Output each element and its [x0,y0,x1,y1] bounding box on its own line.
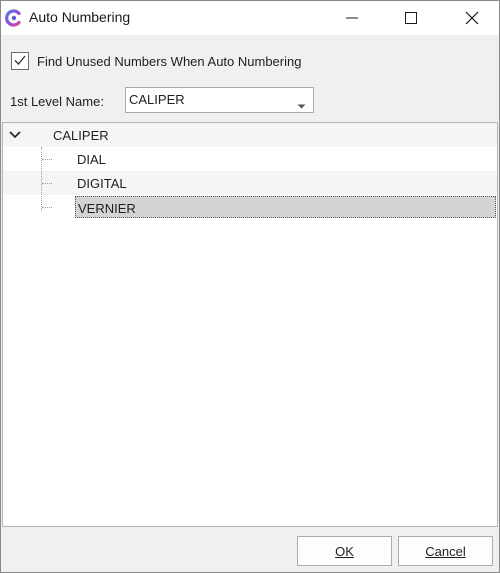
tree-node-root[interactable]: CALIPER [3,123,497,147]
numbering-tree[interactable]: CALIPER DIAL DIGITAL VERNIER [2,122,498,527]
close-icon [465,11,479,25]
minimize-button[interactable] [329,1,375,35]
cancel-button[interactable]: Cancel [398,536,493,566]
dropdown-arrow-icon[interactable] [297,98,306,113]
maximize-icon [404,11,418,25]
maximize-button[interactable] [388,1,434,35]
tree-connector [42,159,52,160]
tree-connector [42,207,52,208]
close-button[interactable] [449,1,495,35]
tree-node-selected[interactable]: VERNIER [75,196,496,218]
tree-connector [42,183,52,184]
tree-node-child[interactable]: DIAL [3,147,497,171]
tree-connector [41,147,42,211]
chevron-down-icon[interactable] [8,129,22,144]
minimize-icon [345,11,359,25]
find-unused-label: Find Unused Numbers When Auto Numbering [37,53,302,69]
first-level-name-label: 1st Level Name: [10,94,104,109]
checkmark-icon [13,53,27,70]
auto-numbering-dialog: Auto Numbering Find Unused Numbers When … [0,0,500,573]
tree-node-child[interactable]: DIGITAL [3,171,497,195]
title-bar[interactable]: Auto Numbering [1,1,499,35]
find-unused-checkbox[interactable] [11,52,29,70]
app-logo-icon [4,8,24,28]
tree-node-label: CALIPER [53,128,109,143]
tree-node-label: DIAL [77,152,106,167]
find-unused-option[interactable]: Find Unused Numbers When Auto Numbering [11,52,301,70]
first-level-name-dropdown[interactable]: CALIPER [125,87,314,113]
window-title: Auto Numbering [29,9,131,25]
tree-node-label: VERNIER [78,201,136,216]
tree-node-label: DIGITAL [77,176,127,191]
first-level-name-value: CALIPER [129,92,185,107]
ok-button[interactable]: OK [297,536,392,566]
